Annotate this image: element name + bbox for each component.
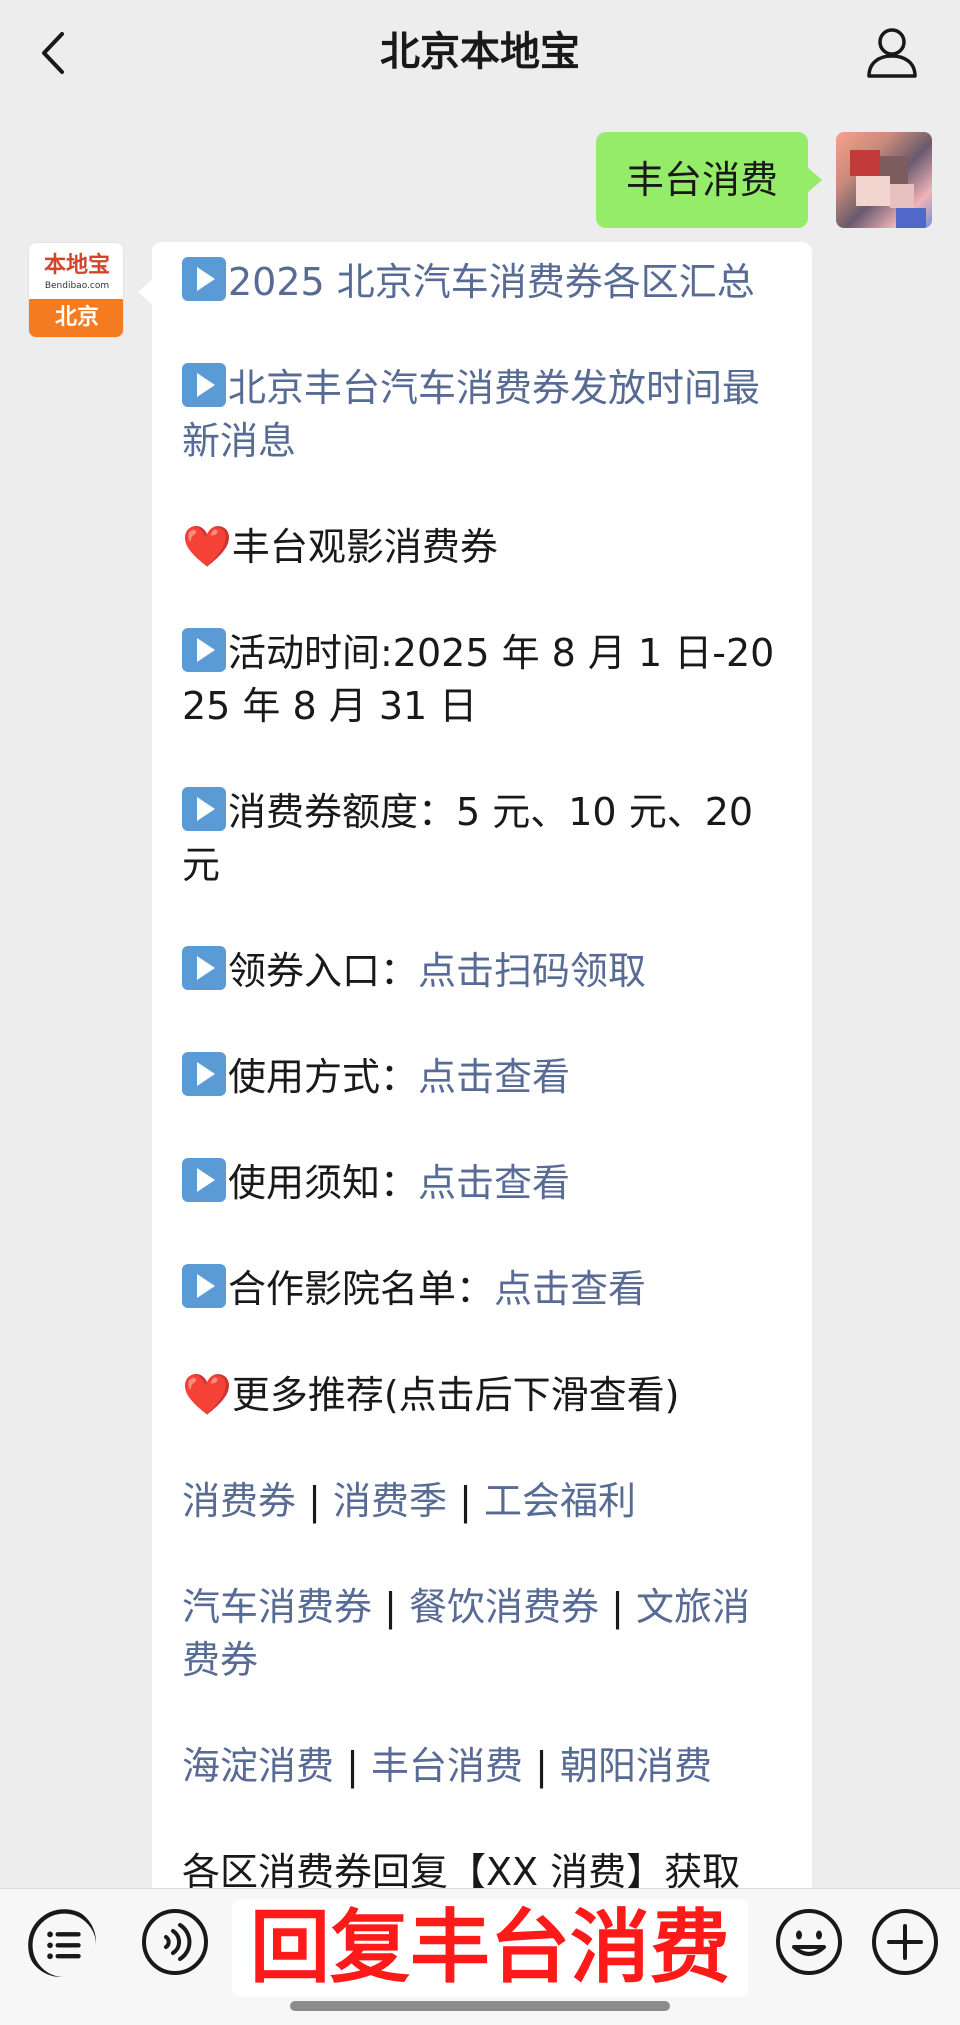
play-button-icon	[182, 257, 226, 301]
input-toolbar: 回复丰台消费	[0, 1888, 960, 2025]
link-usage-method[interactable]: 点击查看	[418, 1055, 570, 1099]
line-label: 合作影院名单：	[228, 1267, 495, 1311]
link-group: 消费券 | 消费季 | 工会福利	[182, 1479, 636, 1523]
reply-line[interactable]: 北京丰台汽车消费券发放时间最新消息	[182, 362, 782, 468]
link-dining-coupons[interactable]: 餐饮消费券	[409, 1585, 599, 1629]
heart-icon: ❤️	[182, 1372, 232, 1418]
link-car-coupons[interactable]: 汽车消费券	[182, 1585, 372, 1629]
play-button-icon	[182, 628, 226, 672]
trailing-text: 各区消费券回复【XX 消费】获取	[182, 1850, 741, 1888]
line-label: 使用须知：	[228, 1161, 419, 1205]
reply-line: 消费券额度：5 元、10 元、20 元	[182, 786, 782, 892]
play-button-icon	[182, 1052, 226, 1096]
home-indicator	[290, 2001, 670, 2011]
page-title: 北京本地宝	[380, 29, 580, 75]
reply-line: ❤️丰台观影消费券	[182, 521, 782, 574]
link-usage-notes[interactable]: 点击查看	[418, 1161, 570, 1205]
reply-message-bubble: 2025 北京汽车消费券各区汇总 北京丰台汽车消费券发放时间最新消息 ❤️丰台观…	[138, 242, 812, 1888]
play-button-icon	[182, 787, 226, 831]
link-group: 汽车消费券 | 餐饮消费券 | 文旅消费券	[182, 1585, 750, 1682]
logo-text-sub: Bendibao.com	[44, 281, 110, 291]
logo-text-bottom: 北京	[29, 299, 123, 337]
play-button-icon	[182, 1264, 226, 1308]
bendibao-avatar[interactable]: 本地宝 Bendibao.com 北京	[28, 242, 124, 338]
link-coupons[interactable]: 消费券	[182, 1479, 296, 1523]
link-claim-coupon[interactable]: 点击扫码领取	[418, 949, 646, 993]
play-button-icon	[182, 1158, 226, 1202]
link-fengtai[interactable]: 丰台消费	[371, 1744, 523, 1788]
link-fengtai-car-coupon-news[interactable]: 北京丰台汽车消费券发放时间最新消息	[182, 366, 760, 463]
input-overlay-text: 回复丰台消费	[250, 1901, 730, 1994]
message-input[interactable]: 回复丰台消费	[232, 1899, 748, 1997]
line-label: 使用方式：	[228, 1055, 419, 1099]
my-avatar[interactable]	[836, 132, 932, 228]
link-chaoyang[interactable]: 朝阳消费	[560, 1744, 712, 1788]
reply-line: 领券入口：点击扫码领取	[182, 945, 782, 998]
play-button-icon	[182, 363, 226, 407]
link-union-benefits[interactable]: 工会福利	[484, 1479, 636, 1523]
reply-line: 使用须知：点击查看	[182, 1157, 782, 1210]
sent-message-bubble[interactable]: 丰台消费	[595, 132, 823, 228]
line-label: 领券入口：	[228, 949, 419, 993]
coupon-amount-text: 消费券额度：5 元、10 元、20 元	[182, 790, 754, 887]
voice-input-icon[interactable]	[140, 1907, 210, 1977]
menu-list-icon[interactable]	[26, 1907, 96, 1977]
plus-icon[interactable]	[870, 1907, 940, 1977]
chat-area[interactable]: 丰台消费 本地宝 Bendibao.com 北京 2025 北京汽车消费券各区汇…	[0, 108, 960, 1888]
section-heading: 丰台观影消费券	[231, 525, 498, 569]
link-consumption-season[interactable]: 消费季	[333, 1479, 447, 1523]
reply-line: 合作影院名单：点击查看	[182, 1263, 782, 1316]
emoji-icon[interactable]	[774, 1907, 844, 1977]
chat-header: 北京本地宝	[0, 0, 960, 108]
play-button-icon	[182, 946, 226, 990]
logo-text-top: 本地宝	[43, 253, 110, 278]
sent-message-row: 丰台消费	[0, 120, 960, 230]
reply-line: ❤️更多推荐(点击后下滑查看)	[182, 1369, 782, 1422]
user-profile-icon[interactable]	[864, 24, 920, 80]
reply-line[interactable]: 2025 北京汽车消费券各区汇总	[182, 256, 782, 309]
link-cinema-list[interactable]: 点击查看	[494, 1267, 646, 1311]
activity-time-text: 活动时间:2025 年 8 月 1 日-2025 年 8 月 31 日	[182, 631, 775, 728]
reply-line: 使用方式：点击查看	[182, 1051, 782, 1104]
link-group: 海淀消费 | 丰台消费 | 朝阳消费	[182, 1744, 712, 1788]
reply-line: 活动时间:2025 年 8 月 1 日-2025 年 8 月 31 日	[182, 627, 782, 733]
heart-icon: ❤️	[182, 524, 232, 570]
link-haidian[interactable]: 海淀消费	[182, 1744, 334, 1788]
more-recommendations-text: 更多推荐(点击后下滑查看)	[231, 1373, 680, 1417]
link-car-coupon-summary[interactable]: 2025 北京汽车消费券各区汇总	[228, 260, 755, 304]
